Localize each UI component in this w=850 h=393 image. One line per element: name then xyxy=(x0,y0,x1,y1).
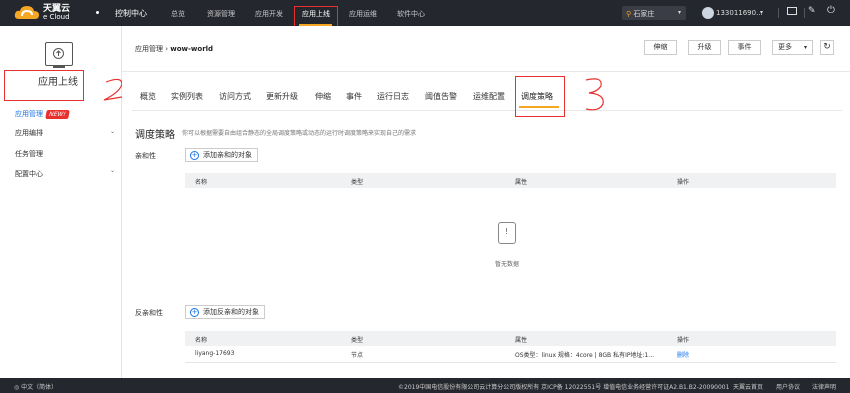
row-type: 节点 xyxy=(351,352,364,359)
avatar[interactable] xyxy=(702,7,714,19)
delete-link[interactable]: 删除 xyxy=(677,350,689,359)
refresh-icon[interactable]: ↻ xyxy=(820,40,834,55)
column-header: 类型 xyxy=(351,179,364,186)
annotation-mark-3 xyxy=(585,78,604,111)
annotation-box-sidebar xyxy=(4,70,84,101)
add-anti-affinity-button[interactable]: + 添加反亲和的对象 xyxy=(185,305,265,319)
divider xyxy=(804,8,805,18)
app-deploy-icon xyxy=(45,42,73,66)
upgrade-button[interactable]: 升级 xyxy=(688,40,721,55)
column-header: 属性 xyxy=(515,337,528,344)
tab-overview[interactable]: 概览 xyxy=(140,91,156,102)
logo-en-text: e Cloud xyxy=(43,13,70,21)
nav-app-dev[interactable]: 应用开发 xyxy=(255,9,283,19)
globe-icon: ◎ xyxy=(14,384,20,391)
edit-icon[interactable]: ✎ xyxy=(808,6,816,16)
add-affinity-button[interactable]: + 添加亲和的对象 xyxy=(185,148,258,162)
anti-affinity-table-header: 名称 类型 属性 操作 xyxy=(185,331,836,346)
footer-link-agreement[interactable]: 用户协议 xyxy=(776,382,800,391)
nav-app-ops[interactable]: 应用运维 xyxy=(349,9,377,19)
scale-button[interactable]: 伸缩 xyxy=(644,40,677,55)
row-divider xyxy=(185,362,836,363)
chevron-down-icon: ▾ xyxy=(677,9,681,16)
nav-resources[interactable]: 资源管理 xyxy=(207,9,235,19)
tab-access[interactable]: 访问方式 xyxy=(219,91,251,102)
add-anti-affinity-label: 添加反亲和的对象 xyxy=(203,308,259,316)
footer-link-home[interactable]: 天翼云首页 xyxy=(733,382,763,391)
chevron-down-icon[interactable]: ⌄ xyxy=(110,167,115,174)
column-header: 名称 xyxy=(195,179,208,186)
divider xyxy=(778,8,779,18)
tab-update[interactable]: 更新升级 xyxy=(266,91,298,102)
monitor-stand xyxy=(53,66,65,68)
tab-scale[interactable]: 伸缩 xyxy=(315,91,331,102)
add-affinity-label: 添加亲和的对象 xyxy=(203,151,252,159)
region-label: 石家庄 xyxy=(633,10,655,18)
console-title[interactable]: 控制中心 xyxy=(115,8,147,19)
new-badge: NEW! xyxy=(45,110,70,119)
language-label: 中文（简体） xyxy=(21,384,58,391)
language-selector[interactable]: ◎ 中文（简体） xyxy=(14,382,57,391)
column-header: 类型 xyxy=(351,337,364,344)
more-label: 更多 xyxy=(778,43,792,51)
breadcrumb-separator: › xyxy=(165,45,169,53)
divider-dot xyxy=(96,11,99,14)
tab-instances[interactable]: 实例列表 xyxy=(171,91,203,102)
chevron-down-icon[interactable]: ⌄ xyxy=(110,128,115,135)
region-selector[interactable]: ⚲ 石家庄 ▾ xyxy=(622,6,686,20)
footer: ◎ 中文（简体） ©2019中国电信股份有限公司云计算分公司版权所有 京ICP备… xyxy=(0,378,850,393)
column-header: 操作 xyxy=(677,179,690,186)
user-name[interactable]: 133011690... xyxy=(716,9,763,17)
breadcrumb: 应用管理 › wow-world xyxy=(135,44,213,54)
location-pin-icon: ⚲ xyxy=(626,10,632,18)
power-icon[interactable]: ⏻ xyxy=(827,5,835,16)
column-header: 属性 xyxy=(515,179,528,186)
breadcrumb-current: wow-world xyxy=(170,45,214,53)
empty-box-icon: ! xyxy=(498,222,516,244)
affinity-label: 亲和性 xyxy=(135,152,156,160)
more-button[interactable]: 更多 ▾ xyxy=(772,40,813,55)
tab-ops-config[interactable]: 运维配置 xyxy=(473,91,505,102)
row-attributes: OS类型：linux 规格：4core | 8GB 私有IP地址:1... xyxy=(515,352,655,359)
column-header: 名称 xyxy=(195,337,208,344)
plus-icon: + xyxy=(190,151,199,160)
sidebar-item-config[interactable]: 配置中心 xyxy=(15,169,43,179)
top-navbar: 天翼云 e Cloud 控制中心 总览 资源管理 应用开发 应用上线 应用运维 … xyxy=(0,0,850,26)
annotation-box-tab xyxy=(515,76,565,117)
column-header: 操作 xyxy=(677,337,690,344)
mail-icon[interactable] xyxy=(787,7,797,15)
chevron-down-icon: ▾ xyxy=(803,44,807,51)
ecloud-logo[interactable]: 天翼云 e Cloud xyxy=(14,4,70,22)
section-description: 你可以根据需要自由组合静态的全局调度策略或动态的运行时调度策略来实现自己的需求 xyxy=(182,130,417,137)
footer-link-legal[interactable]: 法律声明 xyxy=(812,382,836,391)
tab-events[interactable]: 事件 xyxy=(346,91,362,102)
section-title: 调度策略 xyxy=(135,130,175,141)
affinity-table-header: 名称 类型 属性 操作 xyxy=(185,173,836,188)
tabs-divider xyxy=(132,110,842,111)
breadcrumb-parent[interactable]: 应用管理 xyxy=(135,45,163,53)
events-button[interactable]: 事件 xyxy=(728,40,761,55)
row-name: liyang-17693 xyxy=(195,350,235,357)
copyright-text: ©2019中国电信股份有限公司云计算分公司版权所有 京ICP备 12022551… xyxy=(398,384,730,391)
cloud-logo-icon xyxy=(14,6,39,19)
sidebar-item-orchestration[interactable]: 应用编排 xyxy=(15,128,43,138)
sidebar-item-tasks[interactable]: 任务管理 xyxy=(15,149,43,159)
anti-affinity-label: 反亲和性 xyxy=(135,309,163,317)
empty-state-text: 暂无数据 xyxy=(495,261,520,268)
tab-alerts[interactable]: 阈值告警 xyxy=(425,91,457,102)
page-header: 应用管理 › wow-world 伸缩 升级 事件 更多 ▾ ↻ xyxy=(122,26,850,72)
nav-software-center[interactable]: 软件中心 xyxy=(397,9,425,19)
chevron-down-icon[interactable]: ▾ xyxy=(760,9,763,16)
main-content: 概览 实例列表 访问方式 更新升级 伸缩 事件 运行日志 阈值告警 运维配置 调… xyxy=(122,72,850,378)
logo-cn-text: 天翼云 xyxy=(43,4,71,14)
plus-icon: + xyxy=(190,308,199,317)
sidebar-item-app-manage[interactable]: 应用管理 xyxy=(15,109,43,119)
tab-logs[interactable]: 运行日志 xyxy=(377,91,409,102)
nav-overview[interactable]: 总览 xyxy=(171,9,185,19)
